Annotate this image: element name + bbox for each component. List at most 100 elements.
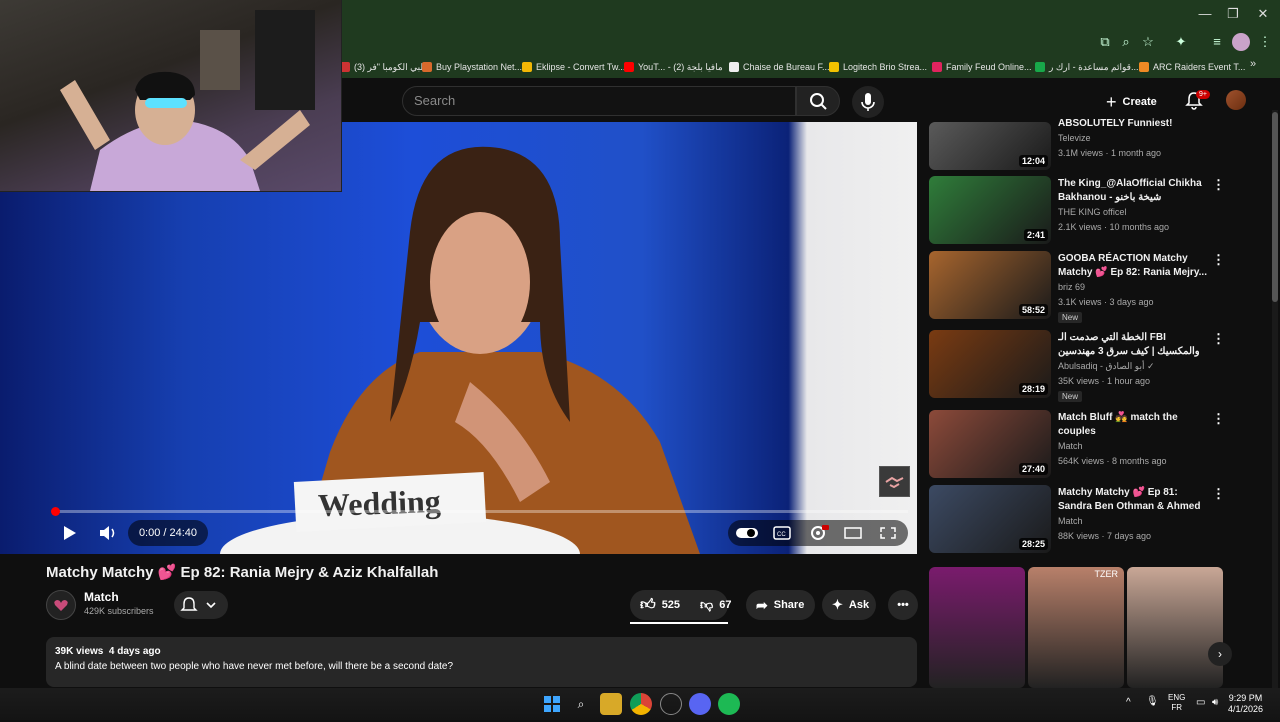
voice-search-button[interactable] (852, 86, 884, 118)
video-thumbnail[interactable]: 28:19 (929, 330, 1051, 398)
autoplay-toggle[interactable] (734, 522, 760, 544)
video-thumbnail[interactable]: 27:40 (929, 410, 1051, 478)
short-thumbnail[interactable] (929, 567, 1025, 688)
bookmark-item[interactable]: Chaise de Bureau F... (729, 59, 830, 75)
recommended-channel[interactable]: Match (1058, 441, 1083, 451)
recommended-channel[interactable]: Abulsadiq - أبو الصادق ✓ (1058, 361, 1155, 372)
video-thumbnail[interactable]: 12:04 (929, 122, 1051, 170)
short-thumbnail[interactable]: TZER (1028, 567, 1124, 688)
bookmark-item[interactable]: (3) قلبي الكومبا "فر (340, 59, 428, 75)
like-count[interactable]: 525 (662, 599, 680, 611)
channel-name[interactable]: Match (84, 590, 119, 604)
progress-bar[interactable] (54, 510, 908, 513)
channel-watermark[interactable] (879, 466, 910, 497)
recommended-channel[interactable]: Match (1058, 516, 1083, 526)
minimize-icon[interactable]: — (1190, 4, 1220, 24)
create-button[interactable]: + Create (1106, 88, 1164, 116)
recommended-meta: 88K views · 7 days ago (1058, 531, 1152, 541)
volume-button[interactable] (95, 522, 121, 544)
more-vertical-icon[interactable]: ⋮ (1212, 177, 1225, 193)
bookmark-favicon-icon (624, 62, 634, 72)
bookmark-star-icon[interactable]: ☆ (1139, 33, 1157, 51)
profile-icon[interactable] (1232, 33, 1250, 51)
fullscreen-button[interactable] (875, 522, 901, 544)
short-thumbnail[interactable] (1127, 567, 1223, 688)
obs-icon[interactable] (660, 693, 682, 715)
taskbar-search-icon[interactable]: ⌕ (570, 693, 592, 715)
scrollbar-thumb[interactable] (1272, 112, 1278, 302)
duration-badge: 28:25 (1018, 538, 1048, 550)
more-vertical-icon[interactable]: ⋮ (1212, 486, 1225, 502)
share-button[interactable]: ➦ Share (746, 590, 815, 620)
duration-badge: 12:04 (1018, 155, 1048, 167)
language-indicator[interactable]: ENG FR (1168, 693, 1185, 713)
video-thumbnail[interactable]: 58:52 (929, 251, 1051, 319)
bookmarks-more-icon[interactable]: » (1250, 58, 1256, 70)
recommended-channel[interactable]: briz 69 (1058, 282, 1085, 292)
recommended-meta: 3.1K views · 3 days ago (1058, 297, 1154, 307)
bookmark-item[interactable]: Family Feud Online... (932, 59, 1032, 75)
bookmark-item[interactable]: YouT... - مافيا بلجة (2) (624, 59, 723, 75)
bookmark-item[interactable]: ARC Raiders Event T... (1139, 59, 1245, 75)
recommended-title[interactable]: Matchy Matchy 💕 Ep 81: Sandra Ben Othman… (1058, 486, 1208, 514)
captions-button[interactable]: CC (769, 522, 795, 544)
recommended-title[interactable]: Match Bluff 💑 match the couples (1058, 411, 1208, 439)
recommended-title[interactable]: ABSOLUTELY Funniest! (1058, 117, 1208, 131)
settings-button[interactable] (805, 522, 831, 544)
autoplay-icon (736, 528, 758, 538)
recommended-title[interactable]: GOOBA RÉACTION Matchy Matchy 💕 Ep 82: Ra… (1058, 252, 1208, 280)
video-title: Matchy Matchy 💕 Ep 82: Rania Mejry & Azi… (46, 564, 439, 581)
thumbs-up-icon[interactable]: 👍︎ (640, 596, 656, 614)
recommended-title[interactable]: The King_@AlaOfficial Chikha Bakhanou - … (1058, 177, 1208, 205)
more-vertical-icon[interactable]: ⋮ (1212, 411, 1225, 427)
thumbs-down-icon[interactable]: 👎︎ (700, 597, 713, 613)
cast-icon[interactable]: ⧉ (1096, 33, 1114, 51)
zoom-icon[interactable]: ⌕ (1117, 33, 1135, 51)
recommended-channel[interactable]: THE KING officel (1058, 207, 1126, 217)
account-avatar[interactable] (1226, 90, 1246, 110)
recommended-channel[interactable]: Televize (1058, 133, 1091, 143)
dislike-count[interactable]: 67 (719, 599, 731, 611)
theater-mode-button[interactable] (840, 522, 866, 544)
video-thumbnail[interactable]: 2:41 (929, 176, 1051, 244)
clock[interactable]: 9:29 PM 4/1/2026 (1228, 693, 1263, 715)
browser-menu-icon[interactable]: ⋮ (1256, 33, 1274, 51)
search-input[interactable] (402, 86, 796, 116)
more-vertical-icon[interactable]: ⋮ (1212, 331, 1225, 347)
more-vertical-icon[interactable]: ⋮ (1212, 252, 1225, 268)
more-actions-button[interactable]: ••• (888, 590, 918, 620)
views-and-date: 39K views 4 days ago (55, 646, 161, 657)
create-label: Create (1122, 96, 1157, 108)
subscription-bell-button[interactable] (174, 591, 228, 619)
file-explorer-icon[interactable] (600, 693, 622, 715)
network-icon[interactable]: ▭ (1196, 697, 1205, 708)
tray-overflow-icon[interactable]: ^ (1126, 697, 1131, 708)
spotify-icon[interactable] (718, 693, 740, 715)
bookmark-label: Eklipse - Convert Tw... (536, 62, 626, 72)
speaker-icon[interactable]: 🔊︎ (1212, 697, 1218, 708)
bookmark-item[interactable]: Eklipse - Convert Tw... (522, 59, 625, 75)
bookmark-item[interactable]: Buy Playstation Net... (422, 59, 522, 75)
search-button[interactable] (796, 86, 840, 116)
bookmark-item[interactable]: Logitech Brio Strea... (829, 59, 927, 75)
bookmark-label: Buy Playstation Net... (436, 62, 523, 72)
bookmark-item[interactable]: قوائم مساعدة - ارك ر... (1035, 59, 1138, 75)
windows-start-icon[interactable] (541, 693, 563, 715)
recommended-title[interactable]: الخطة التي صدمت الـ FBI والمكسيك | كيف س… (1058, 331, 1208, 359)
channel-avatar[interactable] (46, 590, 76, 620)
discord-icon[interactable] (689, 693, 711, 715)
recommended-meta: 2.1K views · 10 months ago (1058, 222, 1170, 232)
video-thumbnail[interactable]: 28:25 (929, 485, 1051, 553)
ask-button[interactable]: ✦ Ask (822, 590, 876, 620)
subscriber-count: 429K subscribers (84, 606, 154, 616)
microphone-icon (861, 93, 875, 111)
close-icon[interactable]: ✕ (1248, 4, 1278, 24)
microphone-tray-icon[interactable]: 🎙︎ (1146, 696, 1159, 707)
progress-scrubber[interactable] (51, 507, 60, 516)
chrome-icon[interactable] (630, 693, 652, 715)
play-button[interactable] (56, 522, 82, 544)
shorts-next-button[interactable]: › (1208, 642, 1232, 666)
media-control-icon[interactable]: ≡ (1208, 33, 1226, 51)
extensions-icon[interactable]: ✦ (1172, 33, 1190, 51)
restore-icon[interactable]: ❐ (1218, 4, 1248, 24)
